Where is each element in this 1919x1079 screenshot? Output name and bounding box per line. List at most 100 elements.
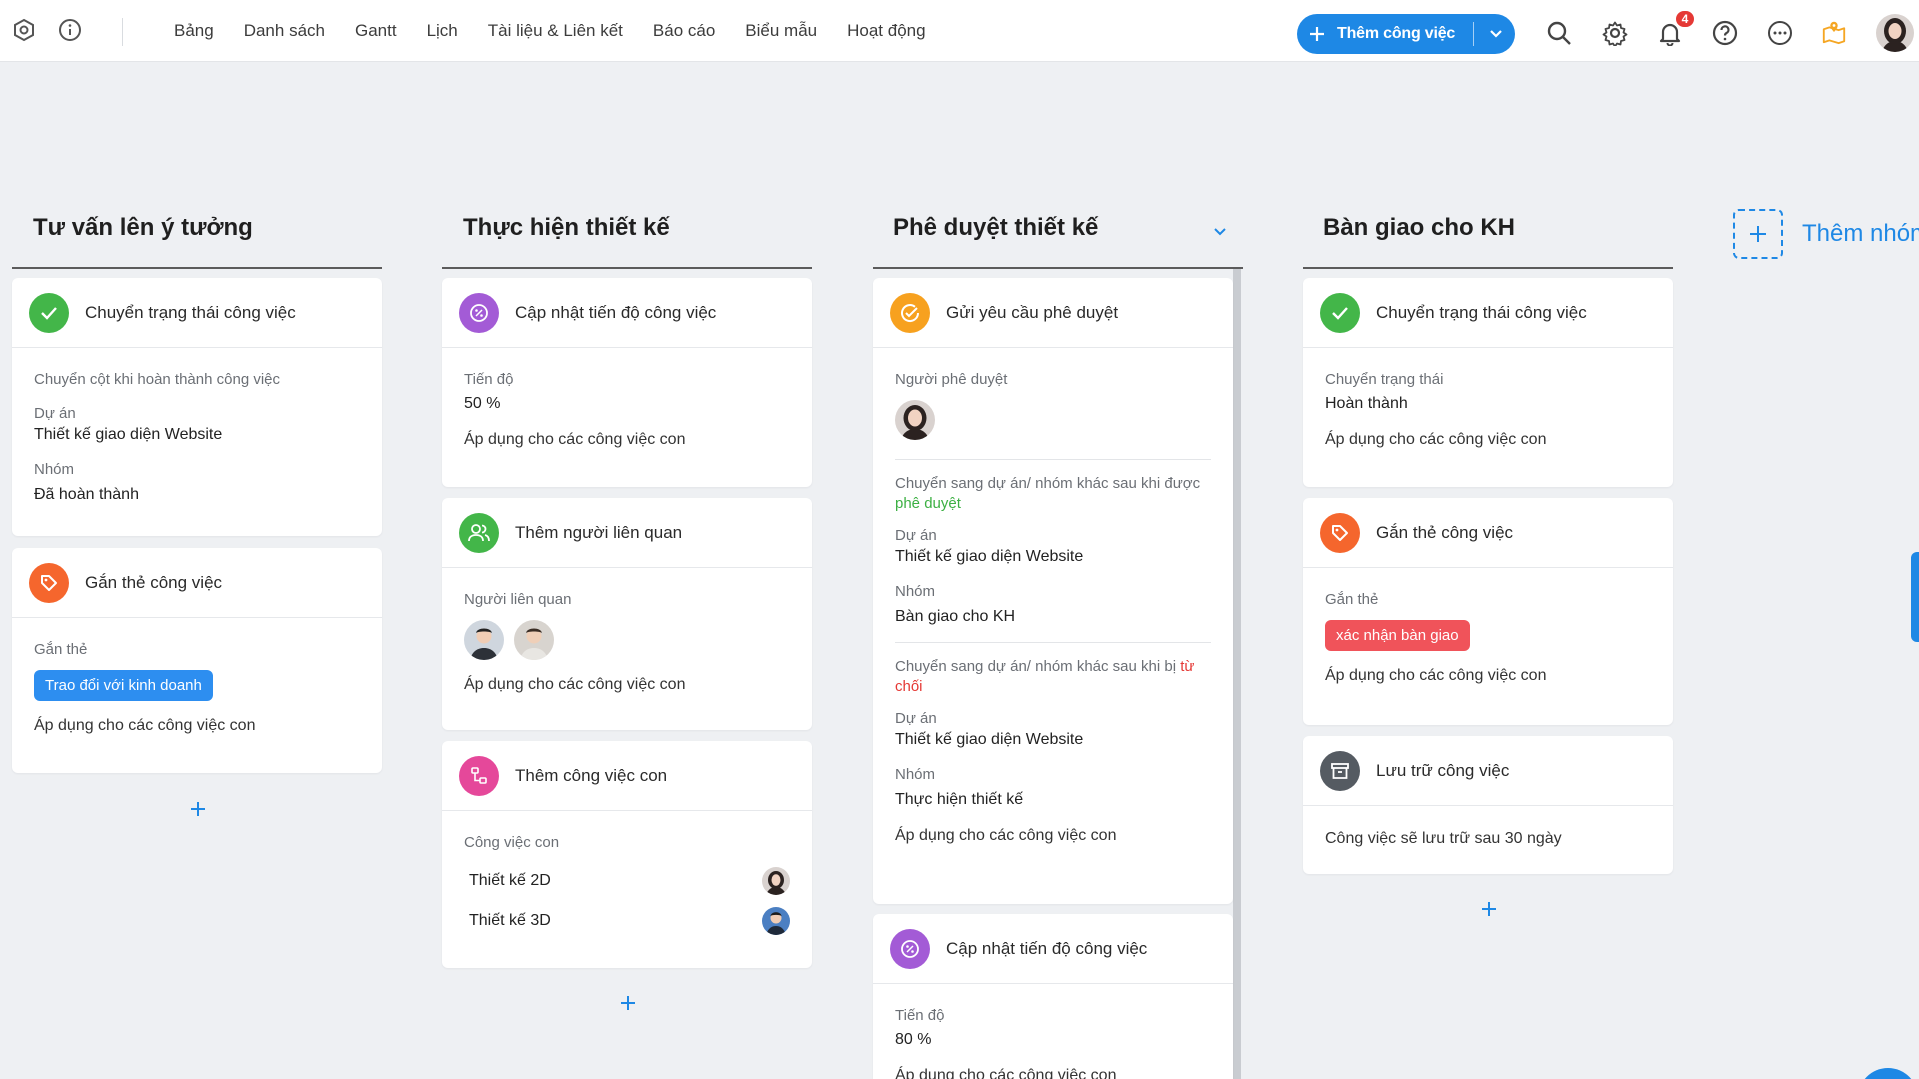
automation-card[interactable]: Gắn thẻ công việc Gắn thẻ Trao đổi với k… (12, 548, 382, 773)
tag-icon (29, 562, 69, 603)
column-divider (1303, 267, 1673, 269)
subtask-name: Thiết kế 3D (469, 912, 551, 929)
help-icon[interactable] (1712, 20, 1738, 46)
add-card-button[interactable] (614, 989, 642, 1017)
plus-icon (1733, 209, 1783, 259)
field-value: Thiết kế giao diện Website (34, 426, 223, 443)
automation-card[interactable]: Gắn thẻ công việc Gắn thẻ xác nhận bàn g… (1303, 498, 1673, 725)
automation-card[interactable]: Lưu trữ công việc Công việc sẽ lưu trữ s… (1303, 736, 1673, 874)
add-card-button[interactable] (184, 795, 212, 823)
settings-hex-icon[interactable] (11, 17, 37, 43)
info-icon[interactable] (57, 17, 83, 43)
field-value: Thực hiện thiết kế (895, 791, 1024, 808)
nav-tab-reports[interactable]: Báo cáo (653, 21, 715, 41)
column-scrollbar[interactable] (1233, 269, 1241, 1079)
column-title[interactable]: Tư vấn lên ý tưởng (33, 214, 253, 242)
check-icon (29, 292, 69, 333)
notification-badge: 4 (1674, 9, 1696, 29)
user-avatar[interactable] (1876, 14, 1914, 52)
section-divider (895, 459, 1211, 460)
approver-avatar (895, 400, 935, 440)
rule-text: Chuyển sang dự án/ nhóm khác sau khi đượ… (895, 475, 1201, 512)
apply-subtasks-text: Áp dụng cho các công việc con (464, 431, 686, 448)
field-label: Gắn thẻ (1325, 591, 1379, 608)
column-title[interactable]: Thực hiện thiết kế (463, 214, 670, 242)
add-task-label: Thêm công việc (1337, 25, 1456, 42)
plus-icon (1297, 14, 1337, 54)
column-title[interactable]: Bàn giao cho KH (1323, 214, 1515, 242)
nav-tab-board[interactable]: Bảng (174, 21, 214, 41)
person-avatar (464, 620, 504, 660)
field-label: Người phê duyệt (895, 371, 1008, 388)
search-icon[interactable] (1546, 20, 1572, 46)
automation-card[interactable]: Cập nhật tiến độ công việc Tiến độ 50 % … (442, 278, 812, 487)
automation-card[interactable]: Thêm công việc con Công việc con Thiết k… (442, 741, 812, 968)
field-label: Tiến độ (895, 1007, 945, 1024)
person-avatar (514, 620, 554, 660)
subtask-icon (459, 755, 499, 796)
approved-word: phê duyệt (895, 495, 961, 512)
column-divider (873, 267, 1243, 269)
gear-icon[interactable] (1602, 20, 1628, 46)
subtask-row[interactable]: Thiết kế 3D (464, 901, 790, 941)
archive-note: Công việc sẽ lưu trữ sau 30 ngày (1325, 830, 1562, 847)
card-title: Cập nhật tiến độ công việc (946, 938, 1148, 958)
assignee-avatar (762, 867, 790, 895)
tag-badge: xác nhận bàn giao (1325, 620, 1470, 651)
automation-card[interactable]: Thêm người liên quan Người liên quan Áp … (442, 498, 812, 730)
card-title: Cập nhật tiến độ công việc (515, 302, 717, 322)
field-label: Nhóm (895, 583, 936, 600)
add-card-button[interactable] (1475, 895, 1503, 923)
subtask-row[interactable]: Thiết kế 2D (464, 861, 790, 901)
field-value: Đã hoàn thành (34, 486, 139, 503)
automation-card[interactable]: Chuyển trạng thái công việc Chuyển cột k… (12, 278, 382, 536)
card-title: Gửi yêu cầu phê duyệt (946, 302, 1119, 322)
nav-tab-calendar[interactable]: Lịch (427, 21, 458, 41)
chat-fab-button[interactable] (1858, 1068, 1918, 1079)
card-title: Chuyển trạng thái công việc (85, 302, 296, 322)
card-title: Gắn thẻ công việc (1376, 522, 1514, 542)
card-title: Thêm người liên quan (515, 522, 683, 542)
field-label: Gắn thẻ (34, 641, 88, 658)
automation-card[interactable]: Chuyển trạng thái công việc Chuyển trạng… (1303, 278, 1673, 487)
archive-icon (1320, 750, 1360, 791)
approval-icon (890, 292, 930, 333)
assignee-avatar (762, 907, 790, 935)
section-divider (895, 642, 1211, 643)
main-nav: Bảng Danh sách Gantt Lịch Tài liệu & Liê… (174, 0, 956, 62)
field-label: Người liên quan (464, 591, 572, 608)
card-title: Lưu trữ công việc (1376, 760, 1510, 780)
nav-tab-list[interactable]: Danh sách (244, 21, 325, 41)
apply-subtasks-text: Áp dụng cho các công việc con (895, 827, 1117, 844)
map-pin-icon[interactable] (1821, 19, 1847, 45)
tag-badge: Trao đổi với kinh doanh (34, 670, 213, 701)
more-options-icon[interactable] (1767, 20, 1793, 46)
toolbar-divider (122, 18, 123, 46)
automation-card[interactable]: Gửi yêu cầu phê duyệt Người phê duyệt Ch… (873, 278, 1233, 904)
field-label: Nhóm (34, 461, 75, 478)
card-title: Thêm công việc con (515, 765, 668, 785)
nav-tab-gantt[interactable]: Gantt (355, 21, 397, 41)
field-value: Thiết kế giao diện Website (895, 731, 1084, 748)
add-group-button[interactable]: Thêm nhóm (1733, 209, 1919, 259)
column-title[interactable]: Phê duyệt thiết kế (893, 214, 1098, 242)
progress-icon (890, 928, 930, 969)
column-divider (12, 267, 382, 269)
button-split (1473, 22, 1474, 46)
chevron-down-icon[interactable] (1479, 14, 1513, 54)
add-task-button[interactable]: Thêm công việc (1297, 14, 1515, 54)
field-label: Nhóm (895, 766, 936, 783)
side-panel-tab[interactable] (1911, 552, 1919, 642)
apply-subtasks-text: Áp dụng cho các công việc con (1325, 431, 1547, 448)
subtask-name: Thiết kế 2D (469, 872, 551, 889)
nav-tab-forms[interactable]: Biểu mẫu (745, 21, 817, 41)
apply-subtasks-text: Áp dụng cho các công việc con (1325, 667, 1547, 684)
nav-tab-activity[interactable]: Hoạt động (847, 21, 925, 41)
progress-icon (459, 292, 499, 333)
top-bar: Bảng Danh sách Gantt Lịch Tài liệu & Liê… (0, 0, 1919, 62)
nav-tab-docs[interactable]: Tài liệu & Liên kết (488, 21, 623, 41)
automation-card[interactable]: Cập nhật tiến độ công việc Tiến độ 80 % … (873, 914, 1233, 1079)
chevron-down-icon[interactable] (1207, 219, 1233, 245)
card-description: Chuyển cột khi hoàn thành công việc (34, 371, 280, 388)
field-value: Thiết kế giao diện Website (895, 548, 1084, 565)
